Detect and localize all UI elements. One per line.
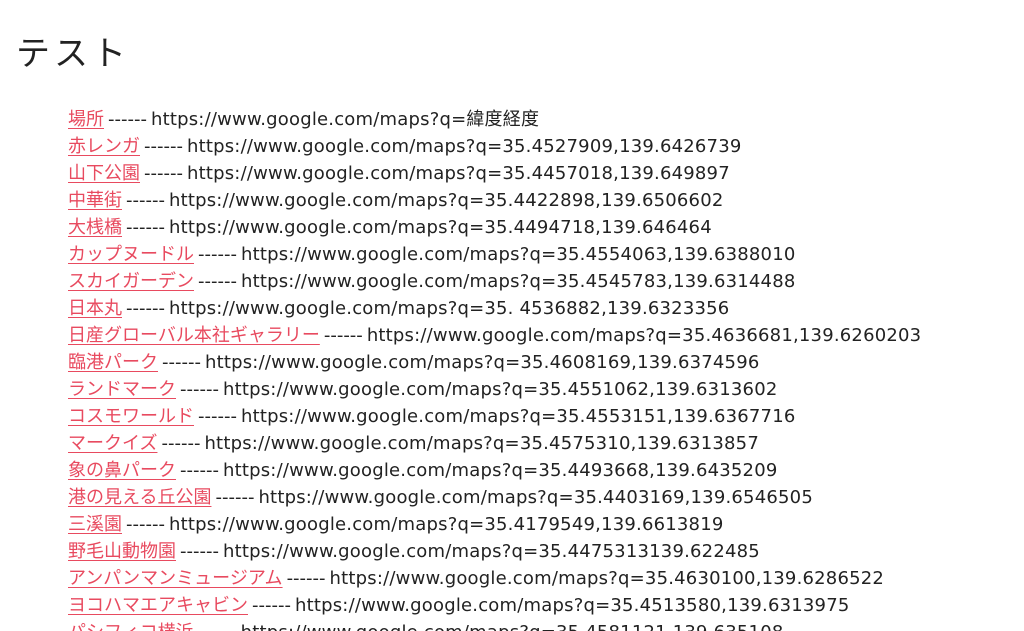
map-url-text: https://www.google.com/maps?q=35.4179549… <box>168 514 724 535</box>
separator-dashes: ------ <box>198 406 237 427</box>
place-link[interactable]: 三溪園 <box>68 514 122 535</box>
place-link[interactable]: 中華街 <box>68 190 122 211</box>
place-link[interactable]: 大桟橋 <box>68 217 122 238</box>
place-link[interactable]: 日産グローバル本社ギャラリー <box>68 325 320 346</box>
separator-dashes: ------ <box>198 271 237 292</box>
list-item: 赤レンガ ------ https://www.google.com/maps?q=… <box>68 133 921 160</box>
place-link[interactable]: パシフィコ横浜 <box>68 622 194 631</box>
map-url-text: https://www.google.com/maps?q=35.4554063… <box>240 244 796 265</box>
list-item: 日産グローバル本社ギャラリー ------ https://www.google.c… <box>68 322 921 349</box>
map-url-text: https://www.google.com/maps?q=緯度経度 <box>150 109 540 130</box>
map-url-text: https://www.google.com/maps?q=35.4475313… <box>222 541 760 562</box>
place-link[interactable]: 港の見える丘公園 <box>68 487 211 508</box>
map-url-text: https://www.google.com/maps?q=35.4403169… <box>258 487 813 508</box>
map-url-text: https://www.google.com/maps?q=35.4527909… <box>186 136 742 157</box>
list-item: ランドマーク ------ https://www.google.com/maps?… <box>68 376 921 403</box>
place-link[interactable]: ヨコハマエアキャビン <box>68 595 248 616</box>
list-item: パシフィコ横浜 ------ https://www.google.com/maps… <box>68 619 921 631</box>
separator-dashes: ------ <box>252 595 291 616</box>
map-url-text: https://www.google.com/maps?q=35.4457018… <box>186 163 730 184</box>
place-link[interactable]: 日本丸 <box>68 298 122 319</box>
list-item: 場所 ------ https://www.google.com/maps?q=緯度… <box>68 106 921 133</box>
separator-dashes: ------ <box>161 433 201 454</box>
place-link[interactable]: コスモワールド <box>68 406 194 427</box>
separator-dashes: ------ <box>126 514 165 535</box>
separator-dashes: ------ <box>162 352 201 373</box>
place-link[interactable]: 場所 <box>68 109 104 130</box>
place-link[interactable]: スカイガーデン <box>68 271 194 292</box>
map-url-text: https://www.google.com/maps?q=35.4545783… <box>240 271 796 292</box>
place-link[interactable]: 野毛山動物園 <box>68 541 176 562</box>
list-item: アンパンマンミュージアム ------ https://www.google.com… <box>68 565 921 592</box>
map-url-text: https://www.google.com/maps?q=35.4630100… <box>329 568 885 589</box>
separator-dashes: ------ <box>198 622 237 631</box>
list-item: 中華街 ------ https://www.google.com/maps?q=3… <box>68 187 921 214</box>
map-url-text: https://www.google.com/maps?q=35.4551062… <box>222 379 778 400</box>
map-url-text: https://www.google.com/maps?q=35.4513580… <box>294 595 850 616</box>
separator-dashes: ------ <box>126 217 165 238</box>
separator-dashes: ------ <box>108 109 147 130</box>
list-item: 港の見える丘公園 ------ https://www.google.com/map… <box>68 484 921 511</box>
list-item: カップヌードル ------ https://www.google.com/maps… <box>68 241 921 268</box>
map-url-text: https://www.google.com/maps?q=35.4493668… <box>222 460 778 481</box>
list-item: マークイズ ------ https://www.google.com/maps?q… <box>68 430 921 457</box>
list-item: ヨコハマエアキャビン ------ https://www.google.com/m… <box>68 592 921 619</box>
separator-dashes: ------ <box>180 541 219 562</box>
place-link[interactable]: 赤レンガ <box>68 136 140 157</box>
separator-dashes: ------ <box>144 136 183 157</box>
place-link[interactable]: アンパンマンミュージアム <box>68 568 283 589</box>
separator-dashes: ------ <box>323 325 363 346</box>
separator-dashes: ------ <box>144 163 183 184</box>
separator-dashes: ------ <box>198 244 237 265</box>
list-item: 三溪園 ------ https://www.google.com/maps?q=3… <box>68 511 921 538</box>
map-url-text: https://www.google.com/maps?q=35.4581121… <box>241 622 784 631</box>
map-url-text: https://www.google.com/maps?q=35.4553151… <box>240 406 796 427</box>
list-item: 野毛山動物園 ------ https://www.google.com/maps?… <box>68 538 921 565</box>
map-url-text: https://www.google.com/maps?q=35. 453688… <box>168 298 730 319</box>
place-link[interactable]: 臨港パーク <box>68 352 158 373</box>
place-link[interactable]: 山下公園 <box>68 163 140 184</box>
separator-dashes: ------ <box>126 190 165 211</box>
location-link-list: 場所 ------ https://www.google.com/maps?q=緯度… <box>68 106 921 631</box>
list-item: スカイガーデン ------ https://www.google.com/maps… <box>68 268 921 295</box>
page-title: テスト <box>16 34 130 74</box>
place-link[interactable]: 象の鼻パーク <box>68 460 176 481</box>
map-url-text: https://www.google.com/maps?q=35.4575310… <box>204 433 759 454</box>
map-url-text: https://www.google.com/maps?q=35.4494718… <box>168 217 712 238</box>
separator-dashes: ------ <box>215 487 255 508</box>
map-url-text: https://www.google.com/maps?q=35.4422898… <box>168 190 724 211</box>
place-link[interactable]: ランドマーク <box>68 379 176 400</box>
map-url-text: https://www.google.com/maps?q=35.4636681… <box>366 325 922 346</box>
separator-dashes: ------ <box>180 379 219 400</box>
document-page: テスト 場所 ------ https://www.google.com/maps?… <box>0 0 1024 631</box>
list-item: 日本丸 ------ https://www.google.com/maps?q=3… <box>68 295 921 322</box>
place-link[interactable]: カップヌードル <box>68 244 194 265</box>
separator-dashes: ------ <box>180 460 219 481</box>
list-item: 山下公園 ------ https://www.google.com/maps?q=… <box>68 160 921 187</box>
list-item: コスモワールド ------ https://www.google.com/maps… <box>68 403 921 430</box>
list-item: 象の鼻パーク ------ https://www.google.com/maps?… <box>68 457 921 484</box>
list-item: 大桟橋 ------ https://www.google.com/maps?q=3… <box>68 214 921 241</box>
map-url-text: https://www.google.com/maps?q=35.4608169… <box>204 352 760 373</box>
place-link[interactable]: マークイズ <box>68 433 157 454</box>
separator-dashes: ------ <box>126 298 165 319</box>
list-item: 臨港パーク ------ https://www.google.com/maps?q… <box>68 349 921 376</box>
separator-dashes: ------ <box>286 568 326 589</box>
